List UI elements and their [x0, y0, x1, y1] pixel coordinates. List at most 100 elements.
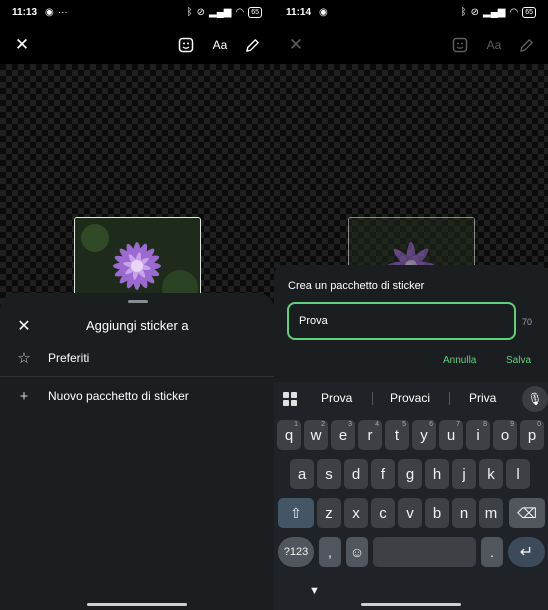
key-label: r	[367, 426, 373, 444]
key-d[interactable]: d	[344, 459, 368, 489]
key-number-hint: 0	[537, 421, 541, 428]
key-k[interactable]: k	[479, 459, 503, 489]
editor-toolbar: ✕ Aa	[274, 30, 548, 60]
key-label: i	[476, 426, 480, 444]
key-x[interactable]: x	[344, 498, 368, 528]
key-number-hint: 3	[348, 421, 352, 428]
key-e[interactable]: e3	[331, 420, 355, 450]
new-sticker-pack-option[interactable]: + Nuovo pacchetto di sticker	[0, 377, 274, 415]
suggestion-3[interactable]: Priva	[469, 391, 496, 405]
right-screen: 11:14 ◉ ᛒ ⊘ ▂▄▆ ◠ 65 ✕ Aa Crea un pacche…	[274, 0, 548, 610]
status-time: 11:13	[12, 6, 38, 18]
key-n[interactable]: n	[452, 498, 476, 528]
vibrate-off-icon: ⊘	[196, 6, 205, 18]
status-time: 11:14	[286, 6, 312, 18]
close-icon[interactable]: ✕	[13, 315, 35, 337]
close-icon[interactable]: ✕	[8, 30, 36, 60]
key-y[interactable]: y6	[412, 420, 436, 450]
key-number-hint: 7	[456, 421, 460, 428]
key-t[interactable]: t5	[385, 420, 409, 450]
key-o[interactable]: o9	[493, 420, 517, 450]
key-label: e	[338, 426, 348, 444]
gesture-nav-bar[interactable]	[361, 603, 461, 606]
pack-name-value: Prova	[299, 315, 328, 327]
cancel-button[interactable]: Annulla	[443, 355, 476, 366]
sticker-icon[interactable]	[172, 30, 200, 60]
favorites-option[interactable]: ☆ Preferiti	[0, 339, 274, 377]
dialog-title: Crea un pacchetto di sticker	[288, 280, 425, 292]
key-g[interactable]: g	[398, 459, 422, 489]
key-s[interactable]: s	[317, 459, 341, 489]
key-q[interactable]: q1	[277, 420, 301, 450]
text-tool-button[interactable]: Aa	[480, 30, 508, 60]
key-c[interactable]: c	[371, 498, 395, 528]
key-p[interactable]: p0	[520, 420, 544, 450]
space-key[interactable]	[373, 537, 476, 567]
create-sticker-pack-dialog: Crea un pacchetto di sticker Prova 70 An…	[274, 265, 548, 385]
key-number-hint: 2	[321, 421, 325, 428]
add-sticker-sheet: ✕ Aggiungi sticker a ☆ Preferiti + Nuovo…	[0, 293, 274, 610]
hide-keyboard-icon[interactable]: ▼	[309, 585, 320, 597]
text-tool-button[interactable]: Aa	[206, 30, 234, 60]
key-w[interactable]: w2	[304, 420, 328, 450]
comma-key[interactable]: ,	[319, 537, 341, 567]
key-l[interactable]: l	[506, 459, 530, 489]
status-bar: 11:14 ◉ ᛒ ⊘ ▂▄▆ ◠ 65	[274, 0, 548, 24]
status-bar: 11:13 ◉ ··· ᛒ ⊘ ▂▄▆ ◠ 65	[0, 0, 274, 24]
key-number-hint: 4	[375, 421, 379, 428]
telegram-icon: ◉	[319, 6, 328, 18]
favorites-label: Preferiti	[48, 351, 90, 365]
key-b[interactable]: b	[425, 498, 449, 528]
period-key[interactable]: .	[481, 537, 503, 567]
microphone-icon[interactable]: 🎙	[522, 386, 548, 412]
key-a[interactable]: a	[290, 459, 314, 489]
pencil-icon[interactable]	[238, 30, 266, 60]
more-notifications-icon: ···	[57, 6, 68, 18]
key-v[interactable]: v	[398, 498, 422, 528]
divider	[449, 392, 450, 405]
new-pack-label: Nuovo pacchetto di sticker	[48, 389, 189, 403]
save-button[interactable]: Salva	[506, 355, 531, 366]
vibrate-off-icon: ⊘	[470, 6, 479, 18]
key-label: o	[500, 426, 510, 444]
key-f[interactable]: f	[371, 459, 395, 489]
key-number-hint: 1	[294, 421, 298, 428]
wifi-icon: ◠	[235, 6, 245, 18]
backspace-key[interactable]: ⌫	[509, 498, 545, 528]
drag-handle[interactable]	[128, 300, 148, 303]
key-number-hint: 9	[510, 421, 514, 428]
key-h[interactable]: h	[425, 459, 449, 489]
pack-name-input[interactable]: Prova	[287, 302, 516, 340]
signal-icon: ▂▄▆	[209, 6, 232, 18]
divider	[372, 392, 373, 405]
sticker-icon[interactable]	[446, 30, 474, 60]
key-u[interactable]: u7	[439, 420, 463, 450]
key-number-hint: 5	[402, 421, 406, 428]
symbols-key[interactable]: ?123	[278, 537, 314, 567]
key-i[interactable]: i8	[466, 420, 490, 450]
soft-keyboard: Prova Provaci Priva 🎙 q1w2e3r4t5y6u7i8o9…	[274, 382, 548, 610]
pencil-icon[interactable]	[512, 30, 540, 60]
bluetooth-icon: ᛒ	[186, 6, 193, 18]
editor-toolbar: ✕ Aa	[0, 30, 274, 60]
enter-key[interactable]: ↵	[508, 537, 545, 567]
key-m[interactable]: m	[479, 498, 503, 528]
apps-grid-icon[interactable]	[283, 392, 297, 406]
key-number-hint: 6	[429, 421, 433, 428]
left-screen: 11:13 ◉ ··· ᛒ ⊘ ▂▄▆ ◠ 65 ✕ Aa ✕ Aggiungi…	[0, 0, 274, 610]
suggestion-1[interactable]: Prova	[321, 391, 352, 405]
plus-icon: +	[19, 387, 29, 405]
key-z[interactable]: z	[317, 498, 341, 528]
key-label: p	[527, 426, 537, 444]
emoji-key[interactable]: ☺	[346, 537, 368, 567]
bluetooth-icon: ᛒ	[460, 6, 467, 18]
shift-key[interactable]: ⇧	[278, 498, 314, 528]
suggestion-2[interactable]: Provaci	[390, 391, 430, 405]
battery-icon: 65	[522, 6, 536, 18]
close-icon[interactable]: ✕	[282, 30, 310, 60]
gesture-nav-bar[interactable]	[87, 603, 187, 606]
battery-icon: 65	[248, 6, 262, 18]
key-j[interactable]: j	[452, 459, 476, 489]
key-label: t	[394, 426, 400, 444]
key-r[interactable]: r4	[358, 420, 382, 450]
